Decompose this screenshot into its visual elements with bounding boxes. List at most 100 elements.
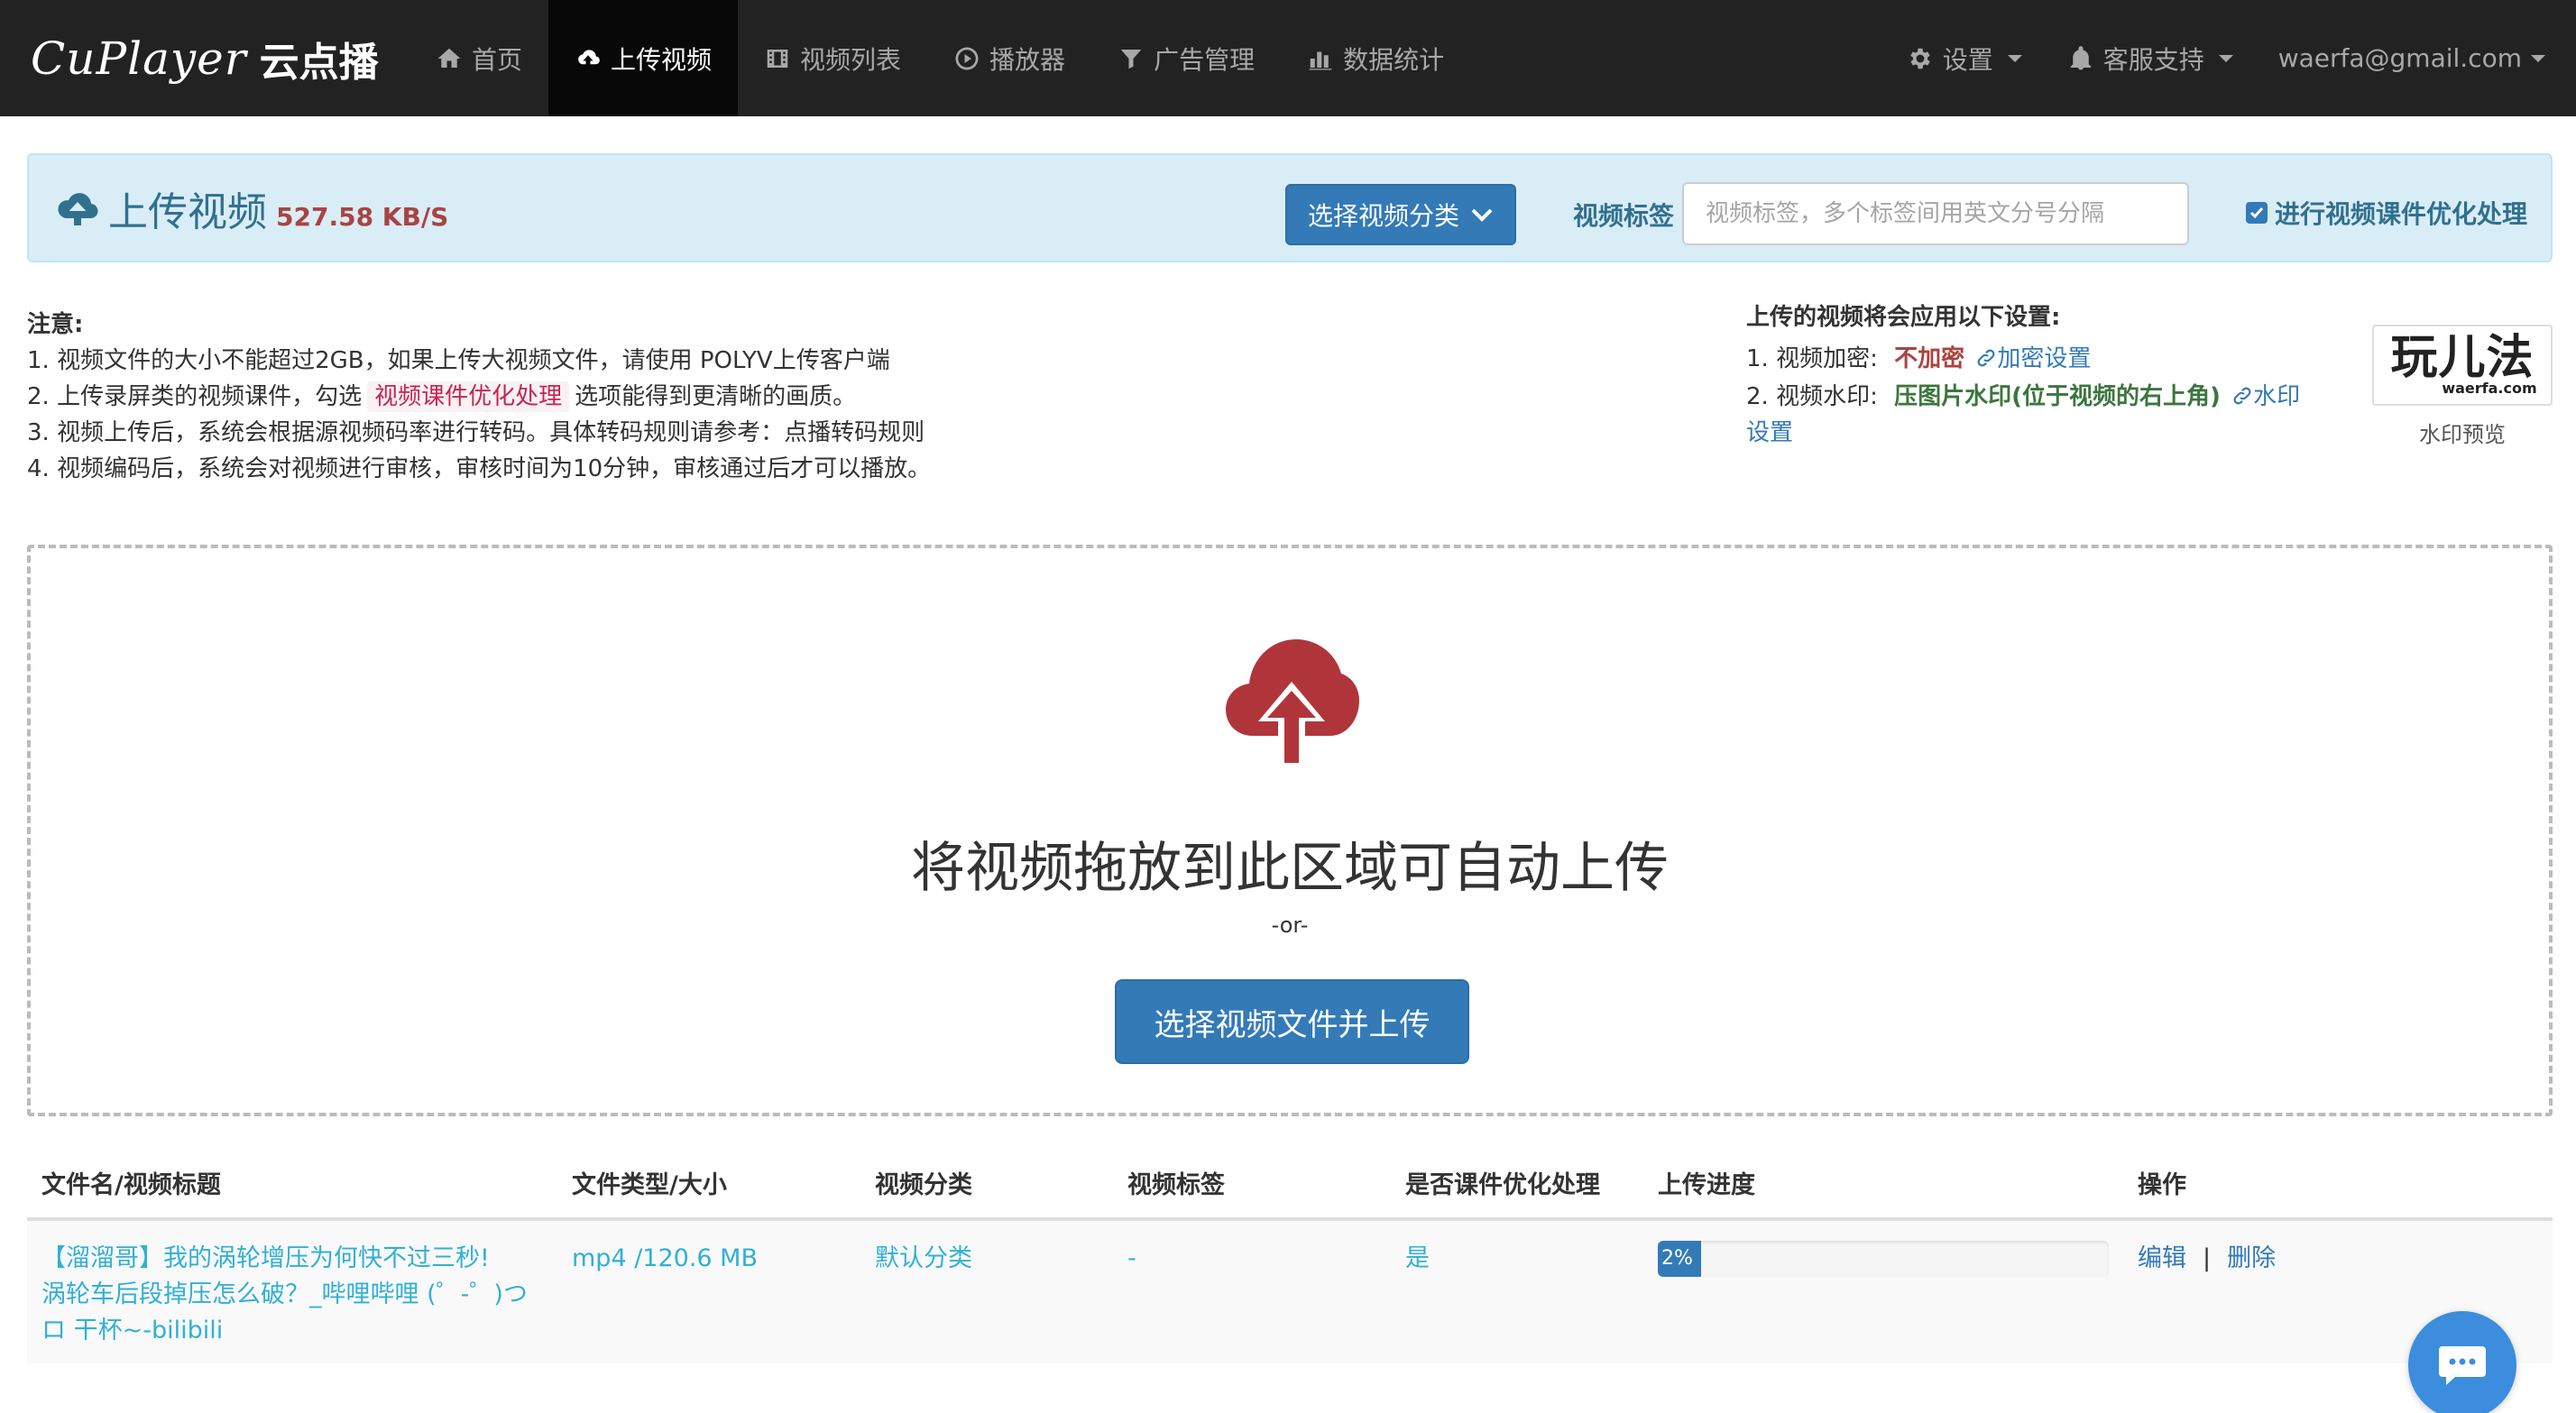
watermark-logo: 玩儿法 waerfa.com (2372, 325, 2553, 406)
main-nav: 首页 上传视频 视频列表 播放器 广告管理 数据统计 (409, 0, 1470, 116)
column-header: 视频分类 (860, 1147, 1113, 1221)
note-line: 4. 视频编码后，系统会对视频进行审核，审核时间为10分钟，审核通过后才可以播放… (27, 455, 932, 482)
progress-cell: 2% (1643, 1219, 2123, 1363)
nav-item-player[interactable]: 播放器 (927, 0, 1091, 116)
file-name-line: 涡轮车后段掉压怎么破？_哔哩哔哩 (゜-゜)つ (41, 1280, 528, 1308)
user-email: waerfa@gmail.com (2277, 43, 2522, 73)
upload-settings: 上传的视频将会应用以下设置: 1. 视频加密: 不加密 加密设置 2. 视频水印… (1746, 299, 2341, 453)
optimize-label: 进行视频课件优化处理 (2275, 199, 2528, 229)
file-name-line: 【溜溜哥】我的涡轮增压为何快不过三秒! (41, 1244, 490, 1272)
edit-link[interactable]: 编辑 (2138, 1244, 2186, 1272)
brand-latin: CuPlayer (31, 32, 247, 85)
column-header: 视频标签 (1113, 1147, 1391, 1221)
column-header: 上传进度 (1643, 1147, 2123, 1221)
delete-link[interactable]: 删除 (2227, 1244, 2276, 1272)
encrypt-value: 不加密 (1894, 345, 1965, 372)
encrypt-link-label: 加密设置 (1997, 345, 2092, 372)
nav-item-label: 广告管理 (1154, 44, 1256, 75)
chat-icon (2439, 1346, 2486, 1385)
cloud-upload-icon (578, 49, 600, 64)
nav-right: 设置 客服支持 waerfa@gmail.com (1884, 0, 2576, 116)
select-file-button[interactable]: 选择视频文件并上传 (1115, 979, 1469, 1064)
nav-item-label: 播放器 (989, 44, 1066, 75)
upload-dropzone[interactable]: 将视频拖放到此区域可自动上传 -or- 选择视频文件并上传 (27, 545, 2553, 1116)
home-icon (437, 48, 461, 68)
top-navbar: CuPlayer 云点播 首页 上传视频 视频列表 播放器 广告管理 数据统计 (0, 0, 2576, 116)
upload-progress-bar: 2% (1658, 1241, 2109, 1277)
checkbox-checked-icon[interactable] (2246, 202, 2268, 224)
ops-separator: | (2203, 1244, 2212, 1272)
bar-chart-icon (1309, 51, 1332, 69)
caret-down-icon (2218, 54, 2233, 62)
user-dropdown[interactable]: waerfa@gmail.com (2256, 0, 2576, 116)
watermark-label: 2. 视频水印: (1746, 383, 1878, 410)
file-type-size: mp4 /120.6 MB (557, 1219, 860, 1363)
file-tags: - (1113, 1219, 1391, 1363)
nav-item-label: 视频列表 (800, 44, 902, 75)
upload-file-table: 文件名/视频标题 文件类型/大小 视频分类 视频标签 是否课件优化处理 上传进度… (27, 1147, 2553, 1363)
link-icon (1977, 349, 1995, 367)
caret-down-icon (2531, 54, 2545, 62)
note-text: 2. 上传录屏类的视频课件，勾选 (27, 383, 363, 410)
note-line: 2. 上传录屏类的视频课件，勾选 视频课件优化处理 选项能得到更清晰的画质。 (27, 379, 1290, 415)
nav-item-label: 首页 (472, 44, 523, 75)
link-icon (2233, 387, 2251, 405)
select-category-button[interactable]: 选择视频分类 (1285, 184, 1516, 245)
tag-label: 视频标签 (1573, 201, 1675, 231)
note-line: 1. 视频文件的大小不能超过2GB，如果上传大视频文件，请使用 POLYV上传客… (27, 347, 890, 374)
support-label: 客服支持 (2102, 44, 2204, 75)
watermark-setting: 2. 视频水印: 压图片水印(位于视频的右上角) 水印 设置 (1746, 379, 2341, 451)
gear-icon (1909, 48, 1930, 69)
support-dropdown[interactable]: 客服支持 (2045, 0, 2256, 116)
cloud-upload-icon (58, 192, 98, 225)
encrypt-setting: 1. 视频加密: 不加密 加密设置 (1746, 341, 2341, 377)
play-circle-icon (955, 47, 979, 69)
note-text: 选项能得到更清晰的画质。 (575, 383, 857, 410)
nav-item-stats[interactable]: 数据统计 (1281, 0, 1470, 116)
settings-label: 设置 (1942, 44, 1993, 75)
watermark-logo-sub: waerfa.com (2442, 379, 2537, 397)
note-highlight: 视频课件优化处理 (367, 381, 570, 412)
file-name-line: ロ 干杯~-bilibili (41, 1317, 224, 1344)
file-category: 默认分类 (860, 1219, 1113, 1363)
upload-progress-fill: 2% (1658, 1241, 1701, 1277)
upload-header-panel: 上传视频 527.58 KB/S 选择视频分类 视频标签 进行视频课件优化处理 (27, 153, 2553, 262)
chat-support-button[interactable] (2408, 1311, 2516, 1413)
upload-speed: 527.58 KB/S (276, 201, 449, 232)
column-header: 文件类型/大小 (557, 1147, 860, 1221)
caret-down-icon (2007, 54, 2022, 62)
chevron-down-icon (1471, 208, 1493, 222)
file-optimized: 是 (1391, 1219, 1643, 1363)
brand-cjk: 云点播 (259, 39, 379, 86)
encrypt-label: 1. 视频加密: (1746, 345, 1878, 372)
filter-icon (1120, 49, 1142, 69)
encrypt-settings-link[interactable]: 加密设置 (1972, 345, 2091, 372)
dropzone-or: -or- (1271, 913, 1309, 938)
nav-item-upload[interactable]: 上传视频 (548, 0, 739, 116)
watermark-link-label-2: 设置 (1746, 419, 1794, 446)
settings-title: 上传的视频将会应用以下设置: (1746, 304, 2061, 331)
tag-input[interactable] (1682, 182, 2189, 245)
watermark-preview: 玩儿法 waerfa.com 水印预览 (2372, 325, 2553, 448)
watermark-logo-main: 玩儿法 (2390, 330, 2535, 385)
select-category-label: 选择视频分类 (1307, 201, 1459, 231)
column-header: 操作 (2123, 1147, 2553, 1221)
brand-logo[interactable]: CuPlayer 云点播 (0, 0, 397, 116)
table-row: 【溜溜哥】我的涡轮增压为何快不过三秒! 涡轮车后段掉压怎么破？_哔哩哔哩 (゜-… (27, 1219, 2553, 1363)
watermark-value: 压图片水印(位于视频的右上角) (1894, 383, 2221, 410)
column-header: 文件名/视频标题 (27, 1147, 557, 1221)
note-line: 3. 视频上传后，系统会根据源视频码率进行转码。具体转码规则请参考：点播转码规则 (27, 419, 925, 446)
nav-item-label: 数据统计 (1343, 44, 1445, 75)
page-title: 上传视频 (108, 188, 267, 235)
nav-item-video-list[interactable]: 视频列表 (738, 0, 927, 116)
table-header-row: 文件名/视频标题 文件类型/大小 视频分类 视频标签 是否课件优化处理 上传进度… (27, 1147, 2553, 1221)
bell-icon (2070, 45, 2091, 69)
optimize-checkbox[interactable]: 进行视频课件优化处理 (2246, 195, 2527, 231)
nav-item-ads[interactable]: 广告管理 (1091, 0, 1281, 116)
upload-notes: 注意: 1. 视频文件的大小不能超过2GB，如果上传大视频文件，请使用 POLY… (27, 307, 1290, 487)
file-name-cell: 【溜溜哥】我的涡轮增压为何快不过三秒! 涡轮车后段掉压怎么破？_哔哩哔哩 (゜-… (27, 1219, 557, 1363)
cloud-upload-icon (1226, 639, 1359, 763)
settings-dropdown[interactable]: 设置 (1884, 0, 2045, 116)
nav-item-home[interactable]: 首页 (409, 0, 548, 116)
film-icon (767, 49, 788, 68)
